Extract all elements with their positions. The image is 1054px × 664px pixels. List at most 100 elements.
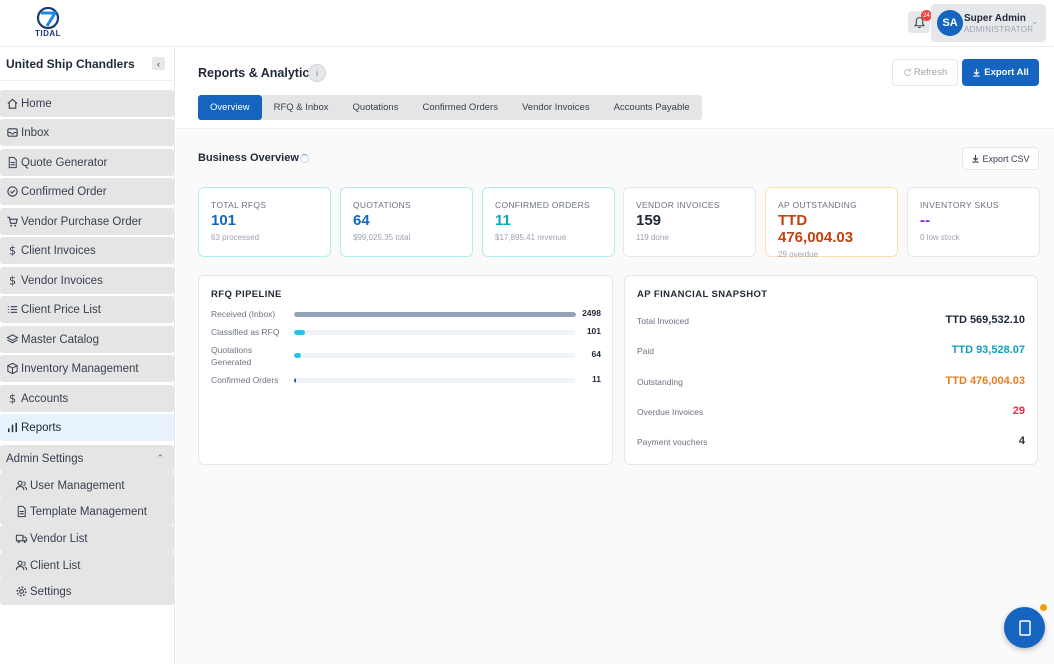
- collapse-sidebar-button[interactable]: ‹: [152, 57, 165, 70]
- sidebar-item-vendor-invoices[interactable]: $ Vendor Invoices: [0, 267, 174, 294]
- kpi-label: QUOTATIONS: [353, 200, 411, 210]
- sidebar-item-label: Confirmed Order: [21, 185, 107, 198]
- sidebar-item-label: Vendor Purchase Order: [21, 215, 142, 228]
- user-name: Super Admin: [964, 13, 1026, 24]
- admin-settings-toggle[interactable]: Admin Settings ⌃: [0, 445, 174, 472]
- refresh-icon: [903, 68, 912, 77]
- chevron-left-icon: ‹: [157, 58, 160, 69]
- kpi-subtext: 119 done: [636, 233, 669, 242]
- document-icon: [6, 156, 19, 169]
- pipeline-value: 101: [586, 326, 601, 336]
- avatar: SA: [937, 10, 963, 36]
- sidebar-item-label: Master Catalog: [21, 333, 99, 346]
- kpi-label: VENDOR INVOICES: [636, 200, 720, 210]
- snapshot-value: 29: [1012, 404, 1025, 417]
- tab-accounts-payable[interactable]: Accounts Payable: [601, 95, 702, 120]
- kpi-subtext: 29 overdue: [778, 250, 819, 259]
- kpi-card-confirmed-orders: CONFIRMED ORDERS 11 $17,895.41 revenue: [482, 187, 615, 257]
- kpi-label: AP OUTSTANDING: [778, 200, 857, 210]
- export-csv-button[interactable]: Export CSV: [962, 147, 1039, 170]
- kpi-label: INVENTORY SKUS: [920, 200, 999, 210]
- pipeline-bar-fill: [294, 330, 306, 335]
- sidebar-item-label: User Management: [30, 479, 125, 492]
- tab-rfq-inbox[interactable]: RFQ & Inbox: [261, 95, 341, 120]
- status-dot: [1040, 604, 1047, 611]
- snapshot-title: AP FINANCIAL SNAPSHOT: [637, 289, 768, 300]
- sidebar-item-client-price-list[interactable]: Client Price List: [0, 296, 174, 323]
- pipeline-bar-fill: [294, 353, 302, 358]
- tab-overview[interactable]: Overview: [198, 95, 262, 120]
- kpi-label: CONFIRMED ORDERS: [495, 200, 590, 210]
- pipeline-label: Received (Inbox): [211, 309, 276, 319]
- chat-icon: [1018, 619, 1031, 636]
- sidebar-item-template-management[interactable]: Template Management: [0, 498, 174, 525]
- sidebar-item-client-list[interactable]: Client List: [0, 552, 174, 579]
- kpi-value: 11: [495, 212, 511, 229]
- tab-quotations[interactable]: Quotations: [340, 95, 411, 120]
- kpi-card-vendor-invoices: VENDOR INVOICES 159 119 done: [623, 187, 756, 257]
- svg-text:$: $: [9, 275, 16, 287]
- info-icon[interactable]: i: [308, 64, 326, 82]
- snapshot-label: Paid: [637, 346, 655, 357]
- layers-icon: [6, 333, 19, 346]
- sidebar-item-vendor-purchase-order[interactable]: Vendor Purchase Order: [0, 208, 174, 235]
- snapshot-label: Payment vouchers: [637, 437, 708, 448]
- main-header: Reports & Analytics i Refresh Export All…: [176, 47, 1054, 129]
- pipeline-bar-fill: [294, 312, 576, 317]
- chat-assistant-button[interactable]: [1004, 607, 1045, 648]
- sidebar-item-settings[interactable]: Settings: [0, 578, 174, 605]
- sidebar-divider: [0, 80, 175, 81]
- refresh-button[interactable]: Refresh: [892, 59, 958, 86]
- dollar-icon: $: [6, 392, 19, 405]
- users-icon: [15, 479, 28, 492]
- tab-vendor-invoices[interactable]: Vendor Invoices: [509, 95, 602, 120]
- page-title: Reports & Analytics: [198, 66, 317, 80]
- section-title: Business Overview: [198, 152, 299, 164]
- sidebar-item-accounts[interactable]: $ Accounts: [0, 385, 174, 412]
- sidebar-item-confirmed-order[interactable]: Confirmed Order: [0, 178, 174, 205]
- sidebar-item-master-catalog[interactable]: Master Catalog: [0, 326, 174, 353]
- kpi-card-quotations: QUOTATIONS 64 $99,025.35 total: [340, 187, 473, 257]
- sidebar-item-label: Accounts: [21, 392, 69, 405]
- pipeline-label: Classified as RFQ: [211, 327, 280, 337]
- kpi-value: --: [920, 212, 930, 229]
- chevron-down-icon: ⌄: [1031, 16, 1039, 26]
- export-all-button[interactable]: Export All: [962, 59, 1039, 86]
- snapshot-label: Outstanding: [637, 376, 683, 387]
- sidebar-item-user-management[interactable]: User Management: [0, 472, 174, 499]
- sidebar-item-label: Vendor List: [30, 532, 88, 545]
- user-menu[interactable]: SA Super Admin ADMINISTRATOR ⌄: [931, 4, 1046, 42]
- sidebar-item-label: Quote Generator: [21, 156, 108, 169]
- snapshot-label: Total Invoiced: [637, 316, 689, 326]
- sidebar-item-home[interactable]: Home: [0, 90, 174, 117]
- sidebar-item-label: Client Invoices: [21, 244, 96, 257]
- snapshot-value: TTD 569,532.10: [945, 314, 1026, 326]
- sidebar-item-reports[interactable]: Reports: [0, 414, 174, 441]
- kpi-card-inventory-skus: INVENTORY SKUS -- 0 low stock: [907, 187, 1040, 257]
- kpi-card-ap-outstanding: AP OUTSTANDING TTD 476,004.03 29 overdue: [765, 187, 898, 259]
- kpi-subtext: $17,895.41 revenue: [495, 233, 567, 242]
- sidebar-item-inventory-management[interactable]: Inventory Management: [0, 355, 174, 382]
- pipeline-bar-track: [294, 353, 576, 358]
- list-icon: [6, 303, 19, 316]
- tab-confirmed-orders[interactable]: Confirmed Orders: [410, 95, 510, 120]
- snapshot-value: TTD 476,004.03: [945, 374, 1026, 387]
- sidebar-item-label: Inbox: [21, 126, 50, 139]
- kpi-subtext: 0 low stock: [920, 233, 960, 242]
- home-icon: [6, 97, 19, 110]
- sidebar-item-quote-generator[interactable]: Quote Generator: [0, 149, 174, 176]
- sidebar-item-label: Inventory Management: [21, 362, 139, 375]
- dollar-icon: $: [6, 274, 19, 287]
- kpi-value: 64: [353, 212, 370, 229]
- sidebar-item-label: Settings: [30, 585, 72, 598]
- sidebar-item-client-invoices[interactable]: $ Client Invoices: [0, 237, 174, 264]
- sidebar-item-label: Reports: [21, 421, 62, 434]
- kpi-card-total-rfqs: TOTAL RFQS 101 63 processed: [198, 187, 331, 257]
- sidebar-item-label: Client Price List: [21, 303, 101, 316]
- sidebar-item-vendor-list[interactable]: Vendor List: [0, 525, 174, 552]
- loading-spinner-icon: [300, 154, 309, 163]
- sidebar-item-inbox[interactable]: Inbox: [0, 119, 174, 146]
- pipeline-bar-track: [294, 330, 576, 335]
- check-circle-icon: [6, 185, 19, 198]
- kpi-subtext: $99,025.35 total: [353, 233, 411, 242]
